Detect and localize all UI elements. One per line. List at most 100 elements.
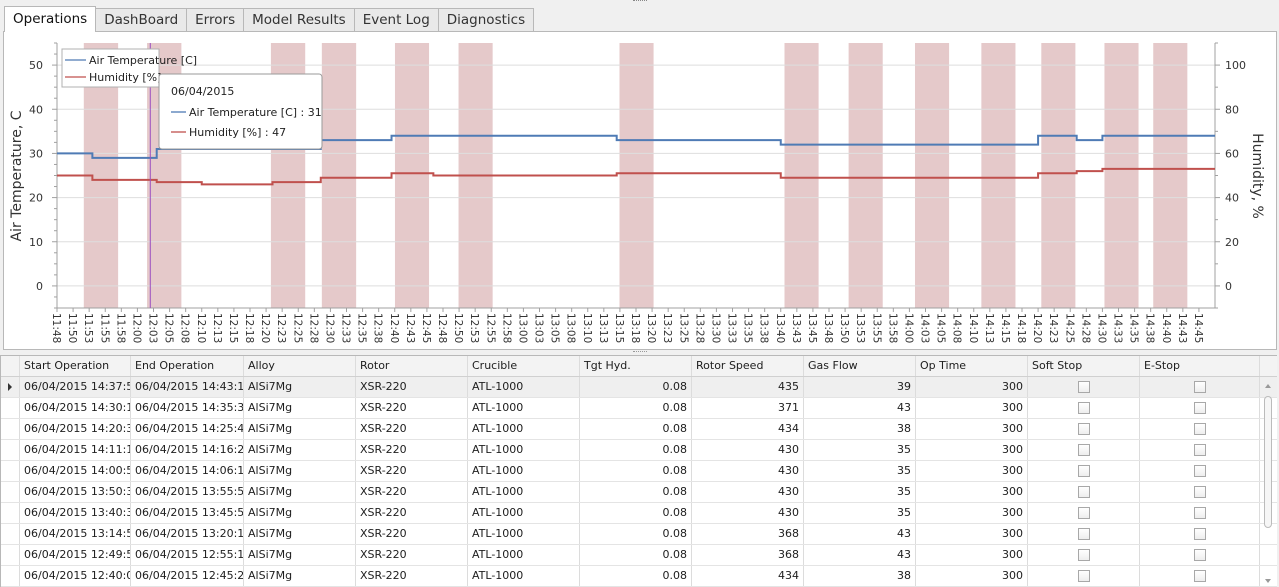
soft-stop-checkbox[interactable] xyxy=(1077,423,1090,435)
soft-stop-cell[interactable] xyxy=(1028,461,1140,481)
table-cell[interactable]: 300 xyxy=(916,440,1028,460)
table-cell[interactable]: XSR-220 xyxy=(356,524,468,544)
table-cell[interactable]: 06/04/2015 14:43:12 xyxy=(131,377,244,397)
table-cell[interactable]: 300 xyxy=(916,524,1028,544)
tab-dashboard[interactable]: DashBoard xyxy=(95,8,188,31)
table-cell[interactable]: ATL-1000 xyxy=(468,566,580,586)
weather-chart[interactable]: 0 10 20 30 40 50 0 20 40 60 80 100 Air Temperature, … xyxy=(4,32,1276,349)
splitter-grip[interactable] xyxy=(633,351,647,352)
table-cell[interactable]: 06/04/2015 12:40:02 xyxy=(20,566,131,586)
table-cell[interactable]: 0.08 xyxy=(580,461,692,481)
column-header-crucible[interactable]: Crucible xyxy=(468,356,580,376)
operation-band[interactable] xyxy=(394,43,430,308)
table-cell[interactable]: 38 xyxy=(804,419,916,439)
row-indicator[interactable] xyxy=(1,482,20,502)
operation-band[interactable] xyxy=(1153,43,1188,308)
table-cell[interactable]: 06/04/2015 12:55:13 xyxy=(131,545,244,565)
soft-stop-checkbox[interactable] xyxy=(1077,465,1090,477)
table-cell[interactable]: 300 xyxy=(916,503,1028,523)
table-cell[interactable]: 06/04/2015 14:37:54 xyxy=(20,377,131,397)
soft-stop-cell[interactable] xyxy=(1028,524,1140,544)
table-cell[interactable]: 06/04/2015 13:55:51 xyxy=(131,482,244,502)
table-cell[interactable]: 35 xyxy=(804,461,916,481)
table-cell[interactable]: AlSi7Mg xyxy=(244,398,356,418)
table-cell[interactable]: 06/04/2015 14:00:52 xyxy=(20,461,131,481)
soft-stop-checkbox[interactable] xyxy=(1077,549,1090,561)
table-row[interactable]: 06/04/2015 14:11:11 06/04/2015 14:16:29 Al… xyxy=(1,440,1277,461)
table-cell[interactable]: AlSi7Mg xyxy=(244,461,356,481)
table-cell[interactable]: XSR-220 xyxy=(356,566,468,586)
table-cell[interactable]: XSR-220 xyxy=(356,377,468,397)
vertical-scrollbar[interactable] xyxy=(1261,378,1275,587)
e-stop-checkbox[interactable] xyxy=(1193,402,1206,414)
table-cell[interactable]: 06/04/2015 13:45:53 xyxy=(131,503,244,523)
table-cell[interactable]: 35 xyxy=(804,482,916,502)
table-cell[interactable]: 434 xyxy=(692,419,804,439)
row-indicator[interactable] xyxy=(1,461,20,481)
row-indicator[interactable] xyxy=(1,566,20,586)
operation-band[interactable] xyxy=(1104,43,1139,308)
table-row[interactable]: 06/04/2015 12:40:02 06/04/2015 12:45:20 Al… xyxy=(1,566,1277,587)
table-cell[interactable]: 06/04/2015 14:16:29 xyxy=(131,440,244,460)
table-cell[interactable]: 430 xyxy=(692,482,804,502)
e-stop-cell[interactable] xyxy=(1140,398,1260,418)
row-indicator[interactable] xyxy=(1,503,20,523)
scroll-thumb[interactable] xyxy=(1264,396,1272,528)
table-cell[interactable]: 368 xyxy=(692,524,804,544)
table-cell[interactable]: XSR-220 xyxy=(356,482,468,502)
e-stop-cell[interactable] xyxy=(1140,524,1260,544)
soft-stop-cell[interactable] xyxy=(1028,419,1140,439)
e-stop-cell[interactable] xyxy=(1140,545,1260,565)
table-cell[interactable]: 06/04/2015 14:35:37 xyxy=(131,398,244,418)
column-header-e-stop[interactable]: E-Stop xyxy=(1140,356,1260,376)
column-header-start-operation[interactable]: Start Operation xyxy=(20,356,131,376)
table-cell[interactable]: 06/04/2015 13:14:56 xyxy=(20,524,131,544)
column-header-tgt-hyd[interactable]: Tgt Hyd. xyxy=(580,356,692,376)
table-cell[interactable]: 435 xyxy=(692,377,804,397)
e-stop-cell[interactable] xyxy=(1140,377,1260,397)
row-indicator[interactable] xyxy=(1,524,20,544)
e-stop-cell[interactable] xyxy=(1140,419,1260,439)
table-cell[interactable]: 06/04/2015 12:45:20 xyxy=(131,566,244,586)
soft-stop-cell[interactable] xyxy=(1028,377,1140,397)
table-cell[interactable]: 0.08 xyxy=(580,419,692,439)
table-row[interactable]: 06/04/2015 13:50:33 06/04/2015 13:55:51 Al… xyxy=(1,482,1277,503)
table-row[interactable]: 06/04/2015 12:49:55 06/04/2015 12:55:13 Al… xyxy=(1,545,1277,566)
table-cell[interactable]: 0.08 xyxy=(580,398,692,418)
column-header-gas-flow[interactable]: Gas Flow xyxy=(804,356,916,376)
row-indicator[interactable] xyxy=(1,440,20,460)
column-header-op-time[interactable]: Op Time xyxy=(916,356,1028,376)
table-cell[interactable]: 0.08 xyxy=(580,482,692,502)
soft-stop-cell[interactable] xyxy=(1028,440,1140,460)
table-cell[interactable]: AlSi7Mg xyxy=(244,503,356,523)
table-cell[interactable]: XSR-220 xyxy=(356,503,468,523)
table-cell[interactable]: 300 xyxy=(916,482,1028,502)
table-row[interactable]: 06/04/2015 14:00:52 06/04/2015 14:06:10 Al… xyxy=(1,461,1277,482)
e-stop-checkbox[interactable] xyxy=(1193,549,1206,561)
table-cell[interactable]: 39 xyxy=(804,377,916,397)
soft-stop-cell[interactable] xyxy=(1028,566,1140,586)
soft-stop-checkbox[interactable] xyxy=(1077,444,1090,456)
table-cell[interactable]: AlSi7Mg xyxy=(244,482,356,502)
soft-stop-checkbox[interactable] xyxy=(1077,570,1090,582)
column-header-end-operation[interactable]: End Operation xyxy=(131,356,244,376)
row-indicator[interactable] xyxy=(1,377,20,397)
column-header-alloy[interactable]: Alloy xyxy=(244,356,356,376)
table-cell[interactable]: XSR-220 xyxy=(356,545,468,565)
table-row[interactable]: 06/04/2015 13:40:35 06/04/2015 13:45:53 Al… xyxy=(1,503,1277,524)
table-cell[interactable]: AlSi7Mg xyxy=(244,545,356,565)
e-stop-cell[interactable] xyxy=(1140,482,1260,502)
column-header-soft-stop[interactable]: Soft Stop xyxy=(1028,356,1140,376)
table-cell[interactable]: 0.08 xyxy=(580,524,692,544)
row-indicator[interactable] xyxy=(1,398,20,418)
table-cell[interactable]: ATL-1000 xyxy=(468,545,580,565)
operation-band[interactable] xyxy=(1041,43,1076,308)
table-cell[interactable]: 38 xyxy=(804,566,916,586)
e-stop-cell[interactable] xyxy=(1140,503,1260,523)
tab-diagnostics[interactable]: Diagnostics xyxy=(437,8,535,31)
table-cell[interactable]: XSR-220 xyxy=(356,398,468,418)
tab-event-log[interactable]: Event Log xyxy=(353,8,439,31)
table-cell[interactable]: 434 xyxy=(692,566,804,586)
soft-stop-cell[interactable] xyxy=(1028,545,1140,565)
table-row[interactable]: 06/04/2015 14:30:19 06/04/2015 14:35:37 Al… xyxy=(1,398,1277,419)
